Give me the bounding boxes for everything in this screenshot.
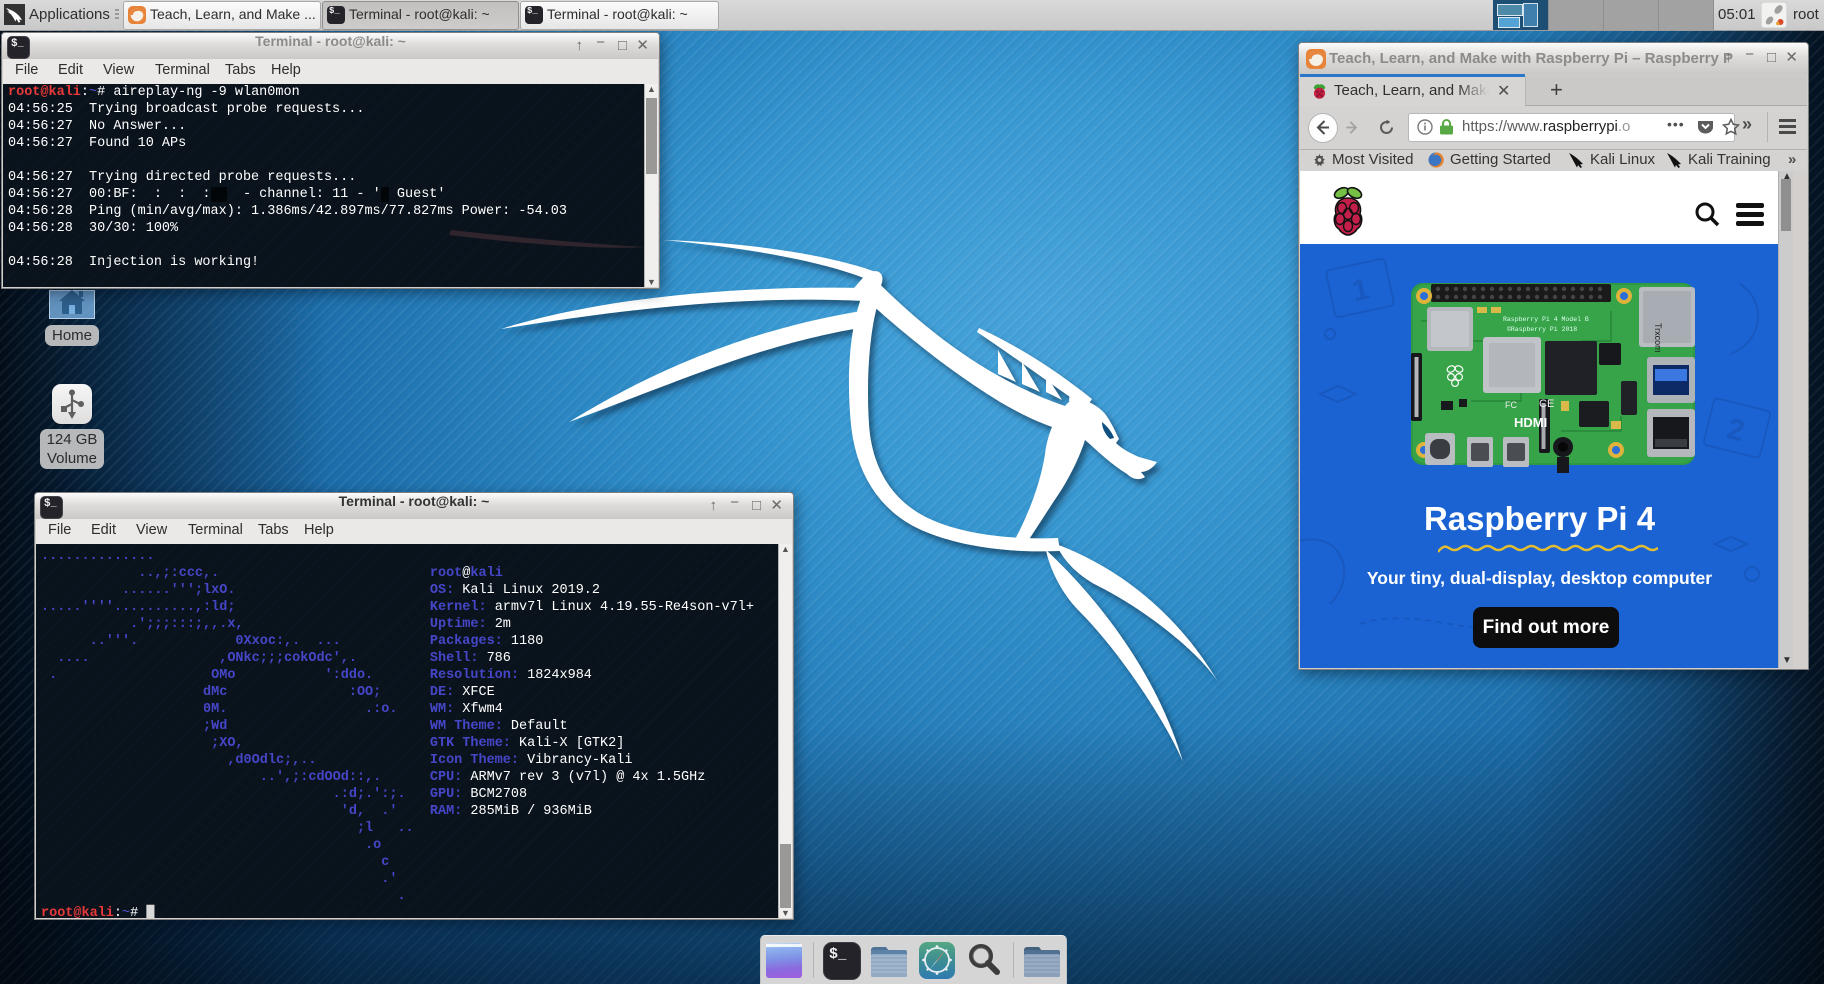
svg-text:FC: FC	[1505, 400, 1517, 410]
svg-text:©Raspberry Pi 2018: ©Raspberry Pi 2018	[1507, 325, 1577, 333]
svg-text:1: 1	[1349, 272, 1372, 308]
svg-text:HDMI: HDMI	[1514, 415, 1547, 430]
svg-text:Raspberry Pi 4 Model B: Raspberry Pi 4 Model B	[1503, 316, 1589, 323]
svg-text:Trxcom: Trxcom	[1653, 323, 1663, 353]
svg-text:CE: CE	[1539, 398, 1554, 410]
svg-text:2: 2	[1724, 412, 1748, 448]
